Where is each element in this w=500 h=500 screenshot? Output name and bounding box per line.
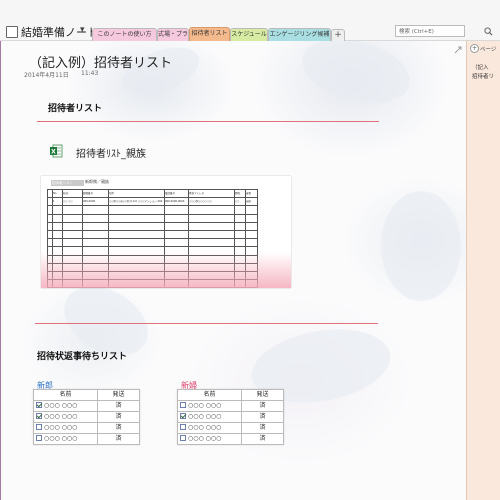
background-petal — [295, 41, 417, 115]
page-title[interactable]: （記入例）招待者リスト — [29, 52, 172, 71]
page-canvas[interactable]: （記入例）招待者リスト 2014年4月11日 11:43 招待者リスト X 招待… — [0, 41, 466, 500]
column-header-sent: 発送 — [241, 389, 284, 401]
preview-header-cell: 電話番号 — [164, 188, 189, 199]
table-row: ○○○ ○○○ 済 — [33, 433, 140, 445]
sent-status: 済 — [97, 400, 140, 412]
preview-data-cell: ○○ ○○ — [62, 197, 83, 207]
preview-header-cell: 住所 — [108, 188, 165, 199]
page-time: 11:43 — [81, 70, 99, 77]
checkbox[interactable] — [36, 423, 42, 430]
preview-header-cell: 郵便番号 — [82, 188, 109, 199]
spreadsheet-preview[interactable]: 招待者リスト 新郎側／親族 No. 名前 郵便番号 住所 電話番号 携帯アドレス… — [41, 176, 291, 288]
notebook-icon[interactable] — [6, 26, 18, 38]
guest-name: ○○○ ○○○ — [44, 424, 78, 431]
checkbox[interactable] — [36, 412, 42, 419]
notebook-toolbar: 結婚準備ノート ▾ このノートの使い方 式場・プラン 招待者リスト スケジュール… — [0, 0, 500, 41]
sent-status: 済 — [97, 422, 140, 434]
preview-empty-row — [47, 213, 258, 223]
add-page-icon[interactable]: + — [470, 44, 479, 53]
table-row: ○○○ ○○○ 済 — [177, 411, 284, 423]
section-divider — [37, 121, 379, 122]
column-header-name: 名前 — [33, 389, 98, 401]
preview-header-cell: 返事 — [245, 188, 258, 199]
section-heading-reply-pending[interactable]: 招待状返事待ちリスト — [37, 349, 127, 362]
preview-fade — [41, 252, 291, 288]
checkbox[interactable] — [180, 401, 186, 408]
sent-status: 済 — [97, 411, 140, 423]
chevron-down-icon[interactable]: ▾ — [80, 25, 85, 35]
preview-sheet-title: 新郎側／親族 — [85, 179, 109, 184]
guest-name: ○○○ ○○○ — [188, 413, 222, 420]
guest-name: ○○○ ○○○ — [188, 435, 222, 442]
preview-data-cell: 000-0000-0000 — [164, 197, 189, 207]
expand-icon[interactable] — [454, 46, 462, 54]
sent-status: 済 — [241, 400, 284, 412]
guest-name: ○○○ ○○○ — [44, 413, 78, 420]
preview-data-cell: 出席 — [245, 197, 258, 207]
section-heading-guest-list[interactable]: 招待者リスト — [48, 101, 102, 114]
checkbox[interactable] — [36, 401, 42, 408]
preview-data-cell: ○○県○○市○○町 0-0-0 ○○○マンション 000 — [108, 197, 165, 207]
page-date: 2014年4月11日 — [24, 72, 69, 79]
preview-empty-row — [47, 205, 258, 215]
table-row: ○○○ ○○○ 済 — [177, 400, 284, 412]
svg-text:X: X — [51, 149, 56, 156]
preview-empty-row — [47, 221, 258, 231]
preview-header-cell: 関係 — [234, 188, 246, 199]
add-tab-button[interactable]: + — [331, 29, 345, 41]
table-row: ○○○ ○○○ 済 — [33, 400, 140, 412]
preview-data-cell: ○○○@○○○○.○○ — [188, 197, 235, 207]
preview-data-cell: ○○ — [234, 197, 246, 207]
column-header-sent: 発送 — [97, 389, 140, 401]
preview-data-cell: 000-0000 — [82, 197, 109, 207]
checkbox[interactable] — [180, 412, 186, 419]
page-list-panel: + ページ （記入 招待者リ — [466, 41, 500, 500]
table-row: ○○○ ○○○ 済 — [177, 422, 284, 434]
tab-how-to-use[interactable]: このノートの使い方 — [92, 28, 157, 41]
sent-status: 済 — [241, 422, 284, 434]
search-icon[interactable] — [484, 27, 493, 36]
search-input[interactable]: 検索 (Ctrl+E) — [395, 25, 465, 37]
column-header-name: 名前 — [177, 389, 242, 401]
page-list-item[interactable]: （記入 — [469, 64, 500, 73]
preview-header-cell: 名前 — [62, 188, 83, 199]
guest-name: ○○○ ○○○ — [44, 402, 78, 409]
background-petal — [381, 191, 461, 301]
checkbox[interactable] — [36, 434, 42, 441]
table-row: ○○○ ○○○ 済 — [33, 411, 140, 423]
checkbox[interactable] — [180, 423, 186, 430]
guest-name: ○○○ ○○○ — [188, 424, 222, 431]
preview-header-cell: 携帯アドレス — [188, 188, 235, 199]
tab-engagement-ring[interactable]: エンゲージリング候補 — [268, 28, 331, 41]
bride-table[interactable]: 名前 発送 ○○○ ○○○ 済 ○○○ ○○○ 済 ○○○ ○○○ 済 ○○○ … — [177, 389, 284, 445]
guest-name: ○○○ ○○○ — [44, 435, 78, 442]
sent-status: 済 — [97, 433, 140, 445]
preview-sheet-tab: 招待者リスト — [51, 180, 84, 186]
preview-empty-row — [47, 238, 258, 248]
tab-schedule[interactable]: スケジュール — [230, 28, 268, 41]
preview-header-cell: No. — [52, 188, 63, 199]
table-row: ○○○ ○○○ 済 — [177, 433, 284, 445]
preview-data-cell: 1 — [52, 197, 63, 207]
tab-guest-list[interactable]: 招待者リスト — [189, 27, 230, 41]
section-divider — [35, 323, 378, 324]
notebook-title[interactable]: 結婚準備ノート — [21, 24, 98, 40]
attachment-label[interactable]: 招待者ﾘｽﾄ_親族 — [76, 145, 146, 160]
sent-status: 済 — [241, 433, 284, 445]
sent-status: 済 — [241, 411, 284, 423]
preview-empty-row — [47, 229, 258, 240]
groom-table[interactable]: 名前 発送 ○○○ ○○○ 済 ○○○ ○○○ 済 ○○○ ○○○ 済 ○○○ … — [33, 389, 140, 445]
tab-venue-plan[interactable]: 式場・プラン — [157, 28, 189, 41]
table-row: ○○○ ○○○ 済 — [33, 422, 140, 434]
checkbox[interactable] — [180, 434, 186, 441]
page-list-item[interactable]: 招待者リ — [469, 73, 500, 82]
add-page-button[interactable]: ページ — [480, 45, 496, 53]
guest-name: ○○○ ○○○ — [188, 402, 222, 409]
excel-file-icon[interactable]: X — [49, 144, 63, 158]
background-petal — [116, 41, 206, 104]
